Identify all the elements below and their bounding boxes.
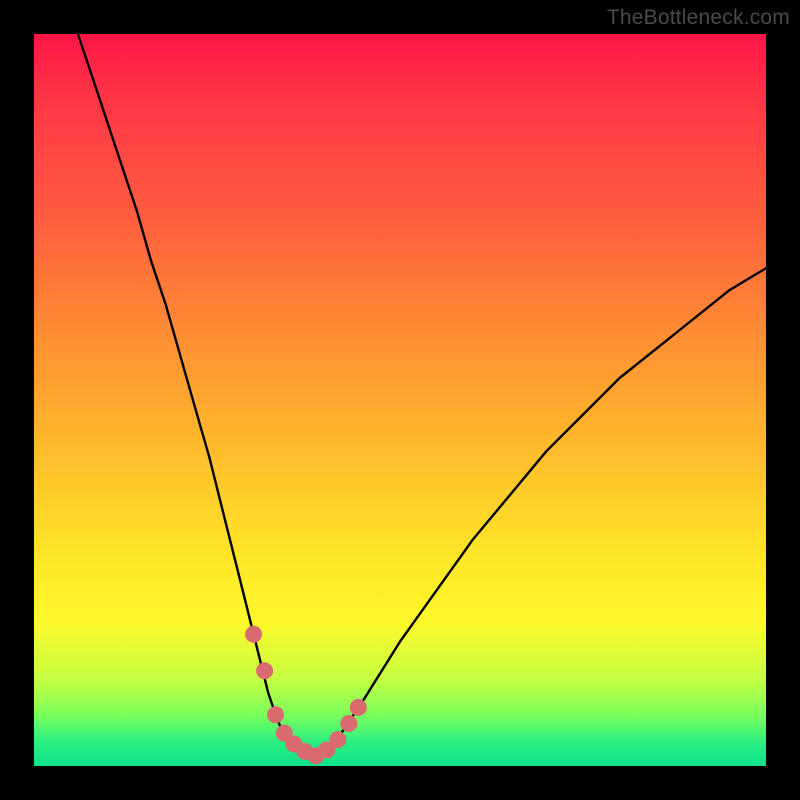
- marker-dot: [267, 706, 284, 723]
- marker-dot: [245, 626, 262, 643]
- curve-svg: [34, 34, 766, 766]
- outer-frame: TheBottleneck.com: [0, 0, 800, 800]
- marker-dot: [340, 715, 357, 732]
- attribution-label: TheBottleneck.com: [607, 6, 790, 30]
- near-minimum-markers: [245, 626, 367, 765]
- marker-dot: [329, 731, 346, 748]
- plot-area: [34, 34, 766, 766]
- bottleneck-curve: [78, 34, 766, 757]
- marker-dot: [256, 662, 273, 679]
- marker-dot: [350, 699, 367, 716]
